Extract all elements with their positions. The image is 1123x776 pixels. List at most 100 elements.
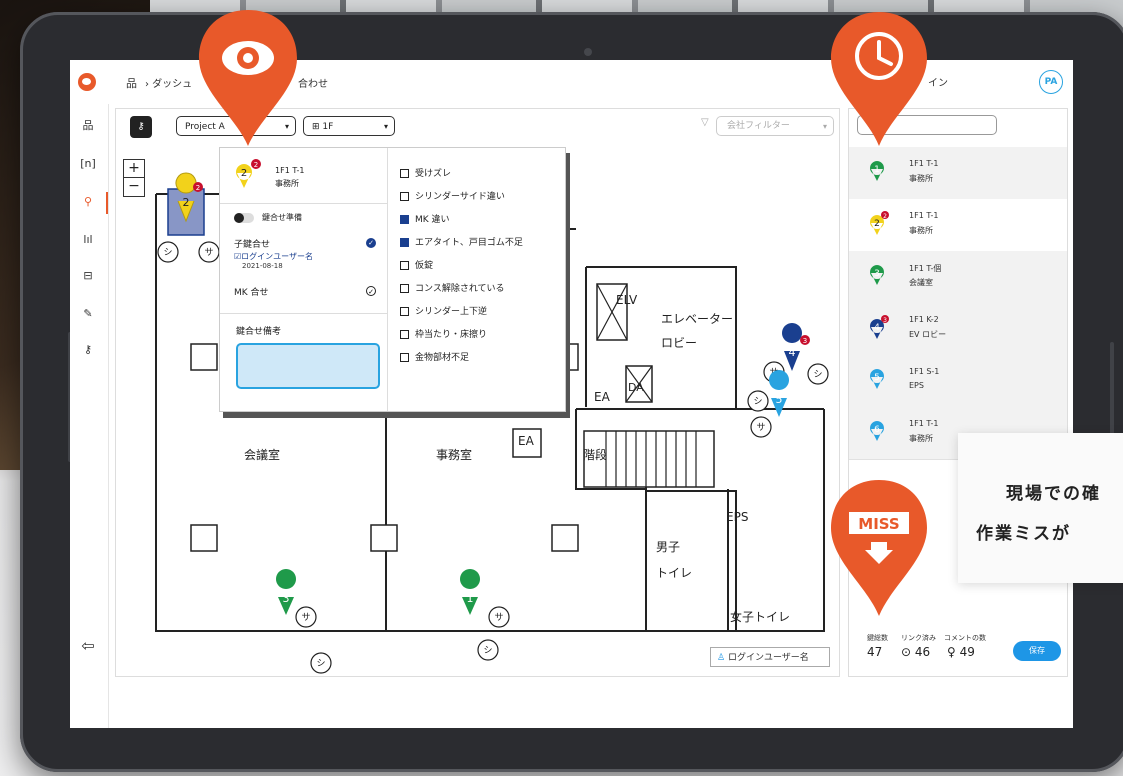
key-prep-toggle[interactable] bbox=[234, 213, 254, 223]
door-mark: サ bbox=[204, 247, 213, 258]
breadcrumb[interactable]: › ダッシュ bbox=[145, 75, 192, 90]
sidebar-scan-icon[interactable]: [n] bbox=[78, 154, 98, 174]
list-item[interactable]: 1 1F1 T-1 事務所 bbox=[849, 147, 1067, 200]
svg-text:2: 2 bbox=[183, 196, 190, 209]
sidebar-archive-icon[interactable]: ⊟ bbox=[78, 266, 98, 286]
label-ea: EA bbox=[518, 434, 535, 448]
map-pin-icon: 5 bbox=[869, 369, 884, 389]
sidebar-edit-icon[interactable]: ✎ bbox=[78, 304, 98, 324]
svg-text:3: 3 bbox=[883, 317, 887, 324]
callout-line-2: 作業ミスが bbox=[976, 524, 1071, 544]
svg-text:3: 3 bbox=[874, 269, 880, 279]
logout-icon[interactable]: ⇦ bbox=[78, 636, 98, 656]
item-name: 事務所 bbox=[909, 226, 933, 235]
sidebar-map-pin-icon[interactable]: ⚲ bbox=[78, 192, 98, 212]
sidebar: 品 [n] ⚲ lıl ⊟ ✎ ⚷ ⇦ bbox=[70, 104, 109, 728]
memo-label: 鍵合せ備考 bbox=[236, 327, 282, 337]
miss-pin-icon: MISS bbox=[831, 480, 927, 616]
item-name: 事務所 bbox=[909, 174, 933, 183]
key-detail-popup: 2 2 1F1 T-1 事務所 鍵合せ準備 子鍵合せ ✓ ☑ログインユーザー名 … bbox=[219, 147, 566, 412]
map-pin-4[interactable]: 4 3 bbox=[782, 323, 810, 371]
memo-textarea[interactable] bbox=[236, 343, 380, 389]
checkbox[interactable] bbox=[400, 169, 409, 178]
sidebar-dashboard-icon[interactable]: 品 bbox=[78, 116, 98, 136]
list-item[interactable]: 3 1F1 T-個 会議室 bbox=[849, 251, 1067, 304]
checklist-item[interactable]: 枠当たり・床擦り bbox=[400, 327, 487, 340]
checklist-item[interactable]: 仮錠 bbox=[400, 258, 433, 271]
item-id: 1F1 T-1 bbox=[909, 159, 939, 168]
map-pin-icon: 2 2 bbox=[235, 159, 261, 188]
svg-text:5: 5 bbox=[776, 393, 783, 406]
checkbox[interactable] bbox=[400, 192, 409, 201]
label-da: DA bbox=[628, 381, 644, 394]
popup-left-pane: 2 2 1F1 T-1 事務所 鍵合せ準備 子鍵合せ ✓ ☑ログインユーザー名 … bbox=[220, 148, 388, 411]
map-pin-1[interactable]: 1 bbox=[460, 569, 481, 615]
list-item[interactable]: 5 1F1 S-1 EPS bbox=[849, 355, 1067, 408]
door-mark: サ bbox=[756, 422, 765, 433]
label-meeting-room: 会議室 bbox=[244, 447, 280, 462]
divider bbox=[220, 203, 387, 204]
item-name: 事務所 bbox=[909, 434, 933, 443]
door-mark: サ bbox=[301, 612, 310, 623]
login-user-name[interactable]: ♙ ログインユーザー名 bbox=[710, 647, 830, 667]
list-item[interactable]: 43 1F1 K-2 EV ロビー bbox=[849, 303, 1067, 356]
svg-text:MISS: MISS bbox=[858, 515, 899, 533]
breadcrumb-current: 合わせ bbox=[298, 79, 328, 90]
checklist-item[interactable]: エアタイト、戸目ゴム不足 bbox=[400, 235, 523, 248]
label-male-restroom: トイレ bbox=[656, 566, 692, 580]
save-button[interactable]: 保存 bbox=[1013, 641, 1061, 661]
map-pin-3[interactable]: 3 bbox=[276, 569, 297, 615]
label-eps: EPS bbox=[726, 510, 748, 524]
divider bbox=[220, 313, 387, 314]
linked-label: リンク済み bbox=[901, 634, 936, 642]
checkbox[interactable] bbox=[400, 330, 409, 339]
checkbox[interactable] bbox=[400, 353, 409, 362]
message-callout: 現場での確 作業ミスが bbox=[958, 433, 1123, 583]
list-item[interactable]: 22 1F1 T-1 事務所 bbox=[849, 199, 1067, 252]
svg-text:2: 2 bbox=[883, 213, 887, 220]
date-text: 2021-08-18 bbox=[242, 262, 283, 270]
checkbox[interactable] bbox=[400, 261, 409, 270]
svg-text:2: 2 bbox=[241, 168, 247, 179]
map-pin-icon: 3 bbox=[869, 265, 884, 285]
label-male-restroom: 男子 bbox=[656, 540, 680, 554]
svg-text:2: 2 bbox=[196, 184, 200, 192]
summary-footer: 鍵総数 リンク済み コメントの数 47 ⊙ 46 ♀ 49 保存 bbox=[849, 625, 1067, 675]
clock-icon: ✓ bbox=[366, 286, 376, 296]
checklist-item[interactable]: MK 違い bbox=[400, 212, 450, 225]
location-id: 1F1 T-1 bbox=[275, 166, 305, 175]
label-female-restroom: 女子トイレ bbox=[730, 609, 790, 624]
checklist-item[interactable]: シリンダーサイド違い bbox=[400, 189, 505, 202]
app-logo[interactable] bbox=[78, 73, 96, 91]
checkbox[interactable] bbox=[400, 284, 409, 293]
door-mark: シ bbox=[753, 397, 762, 407]
svg-text:3: 3 bbox=[283, 592, 290, 605]
total-keys-label: 鍵総数 bbox=[867, 634, 888, 642]
map-pin-icon: 6 bbox=[869, 421, 884, 441]
checkbox[interactable] bbox=[400, 307, 409, 316]
avatar[interactable]: PA bbox=[1039, 70, 1063, 94]
map-pin-icon: 1 bbox=[869, 161, 884, 181]
dashboard-icon[interactable]: 品 bbox=[126, 75, 137, 91]
checkbox-checked[interactable] bbox=[400, 238, 409, 247]
checklist-item[interactable]: コンス解除されている bbox=[400, 281, 505, 294]
checklist-item[interactable]: 金物部材不足 bbox=[400, 350, 469, 363]
door-mark: シ bbox=[483, 646, 492, 656]
camera-icon bbox=[584, 48, 592, 56]
sidebar-chart-icon[interactable]: lıl bbox=[78, 230, 98, 250]
clock-pin-icon bbox=[831, 12, 927, 146]
user-link[interactable]: ☑ログインユーザー名 bbox=[234, 251, 313, 262]
sidebar-key-icon[interactable]: ⚷ bbox=[78, 340, 98, 360]
mk-label: MK 合せ bbox=[234, 288, 269, 298]
checklist-item[interactable]: シリンダー上下逆 bbox=[400, 304, 487, 317]
checkbox-checked[interactable] bbox=[400, 215, 409, 224]
svg-text:5: 5 bbox=[874, 373, 880, 383]
label-stairs: 階段 bbox=[583, 447, 607, 462]
label-elevator-lobby: エレベーター bbox=[661, 312, 733, 326]
signin-text[interactable]: イン bbox=[928, 74, 948, 89]
check-circle-icon: ✓ bbox=[366, 238, 376, 248]
svg-text:1: 1 bbox=[874, 165, 880, 175]
checklist-item[interactable]: 受けズレ bbox=[400, 166, 451, 179]
eye-pin-icon bbox=[199, 10, 297, 146]
callout-line-1: 現場での確 bbox=[1006, 484, 1101, 504]
